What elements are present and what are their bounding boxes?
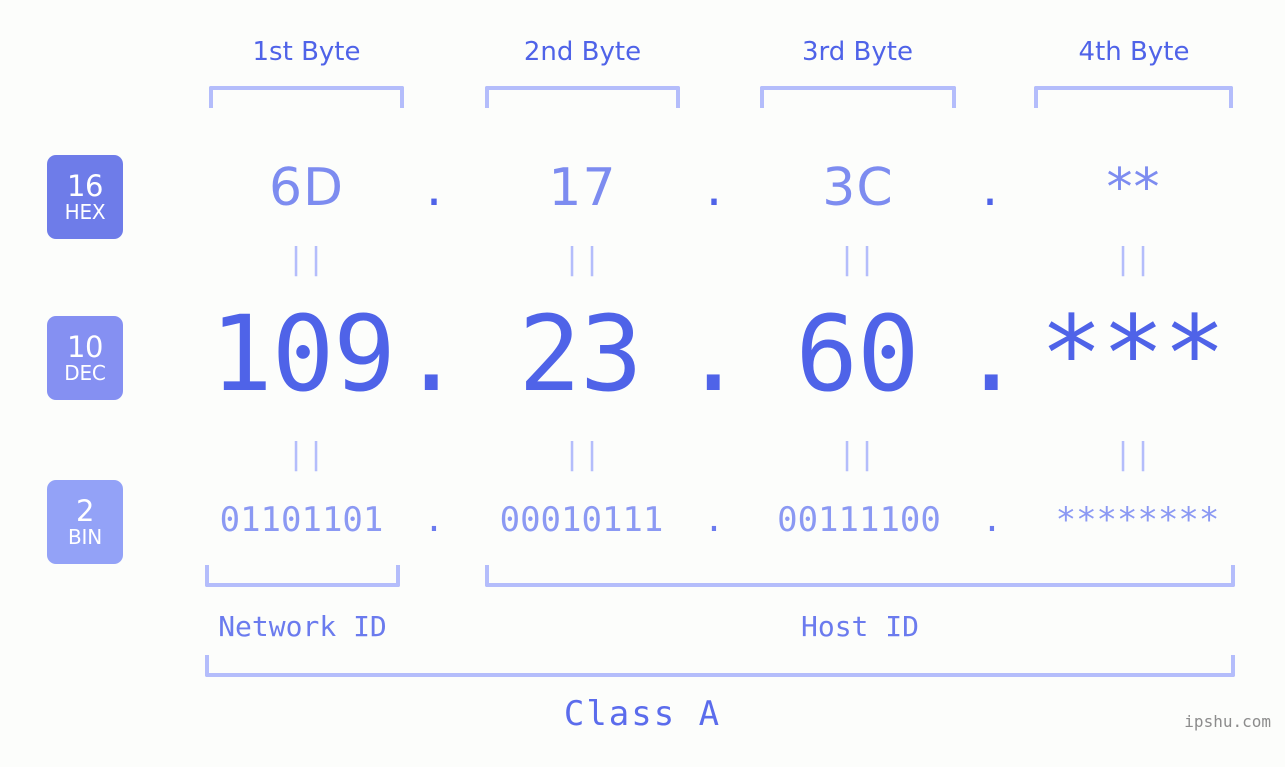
hex-separator-1: . [425,158,443,218]
ip-address-breakdown-diagram: 1st Byte 2nd Byte 3rd Byte 4th Byte 16 H… [0,0,1285,767]
byte-header-label-2: 2nd Byte [523,37,642,67]
hex-value-byte-1: 6D [268,158,345,218]
dec-value-byte-2: 23 [518,293,642,415]
network-id-bracket [205,565,400,587]
watermark: ipshu.com [1184,712,1271,731]
dec-separator-3: . [960,293,1023,415]
bin-value-byte-2: 00010111 [499,500,664,540]
host-id-bracket [485,565,1235,587]
base-badge-bin-name: BIN [68,525,102,549]
byte-bracket-2 [485,86,680,108]
byte-header-label-4: 4th Byte [1078,37,1190,67]
hex-value-byte-4: ** [1106,158,1161,218]
equals-mark-dec-bin-3: || [838,437,879,472]
bin-value-byte-3: 00111100 [777,500,941,540]
bin-value-byte-1: 01101101 [219,500,384,540]
equals-mark-hex-dec-3: || [838,242,879,277]
base-badge-dec: 10 DEC [47,316,123,400]
host-id-label: Host ID [800,610,919,643]
byte-bracket-3 [760,86,956,108]
byte-bracket-1 [209,86,404,108]
hex-separator-2: . [705,158,723,218]
dec-value-byte-1: 109 [210,293,396,415]
byte-bracket-4 [1034,86,1233,108]
network-id-label: Network ID [218,610,387,643]
byte-header-label-1: 1st Byte [252,37,361,67]
dec-separator-2: . [682,293,745,415]
equals-mark-dec-bin-2: || [563,437,604,472]
hex-separator-3: . [981,158,999,218]
equals-mark-dec-bin-4: || [1114,437,1155,472]
base-badge-hex-name: HEX [64,200,106,224]
bin-separator-3: . [981,500,1003,540]
hex-value-byte-2: 17 [548,158,617,218]
base-badge-dec-number: 10 [67,330,103,364]
bin-separator-1: . [423,500,445,540]
class-label: Class A [563,694,722,734]
base-badge-bin-number: 2 [76,494,94,528]
bin-value-byte-4: ******** [1055,500,1220,540]
dec-value-byte-3: 60 [795,293,919,415]
equals-mark-hex-dec-1: || [287,242,328,277]
base-badge-hex-number: 16 [67,169,103,203]
base-badge-bin: 2 BIN [47,480,123,564]
hex-value-byte-3: 3C [822,158,894,218]
base-badge-dec-name: DEC [64,361,106,385]
dec-value-byte-4: *** [1040,293,1226,415]
base-badge-hex: 16 HEX [47,155,123,239]
class-bracket [205,655,1235,677]
equals-mark-hex-dec-4: || [1114,242,1155,277]
bin-separator-2: . [703,500,725,540]
equals-mark-hex-dec-2: || [563,242,604,277]
dec-separator-1: . [400,293,463,415]
byte-header-label-3: 3rd Byte [802,37,913,67]
equals-mark-dec-bin-1: || [287,437,328,472]
